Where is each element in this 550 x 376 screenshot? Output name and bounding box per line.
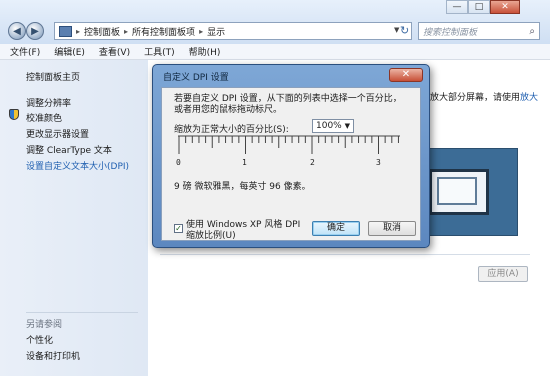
minimize-button[interactable]: — [446, 0, 468, 14]
title-bar: ◀ ▶ ▸ 控制面板 ▸ 所有控制面板项 ▸ 显示 ▼ ↻ 搜索控制面板 ⌕ —… [0, 0, 550, 45]
sidebar-item-resolution[interactable]: 调整分辨率 [26, 96, 71, 109]
ruler-ticks [178, 135, 400, 154]
sidebar-item-custom-dpi[interactable]: 设置自定义文本大小(DPI) [26, 159, 129, 172]
ruler-label: 3 [376, 158, 381, 167]
see-also-heading: 另请参阅 [26, 320, 63, 330]
background-text: 放大部分屏幕，请使用 [430, 93, 521, 103]
chevron-right-icon: ▸ [76, 26, 81, 36]
chevron-right-icon: ▸ [124, 26, 129, 36]
menu-bar: 文件(F) 编辑(E) 查看(V) 工具(T) 帮助(H) [0, 44, 550, 60]
menu-help[interactable]: 帮助(H) [189, 45, 221, 58]
sidebar-home[interactable]: 控制面板主页 [26, 70, 80, 83]
sidebar [0, 60, 148, 376]
sidebar-item-devices-printers[interactable]: 设备和打印机 [26, 349, 80, 362]
menu-edit[interactable]: 编辑(E) [54, 45, 85, 58]
ok-button[interactable]: 确定 [312, 221, 360, 236]
ruler-label: 2 [310, 158, 315, 167]
forward-button[interactable]: ▶ [26, 22, 44, 40]
window-icon [437, 177, 477, 205]
dropdown-arrow-icon: ▼ [344, 122, 350, 130]
sidebar-item-cleartype[interactable]: 调整 ClearType 文本 [26, 143, 112, 156]
search-icon[interactable]: ⌕ [529, 26, 535, 37]
magnifier-link[interactable]: 放大 [520, 93, 538, 103]
dialog-body: 若要自定义 DPI 设置，从下面的列表中选择一个百分比，或者用您的鼠标拖动标尺。… [161, 87, 421, 241]
ruler-label: 0 [176, 158, 181, 167]
menu-tools[interactable]: 工具(T) [144, 45, 175, 58]
sidebar-item-calibrate[interactable]: 校准颜色 [26, 111, 62, 124]
search-placeholder: 搜索控制面板 [423, 27, 478, 38]
sidebar-item-personalize[interactable]: 个性化 [26, 333, 53, 346]
menu-view[interactable]: 查看(V) [99, 45, 130, 58]
forward-arrow-icon: ▶ [31, 25, 39, 37]
scale-value: 100% [316, 121, 342, 131]
cancel-button[interactable]: 取消 [368, 221, 416, 236]
control-panel-icon [59, 25, 72, 37]
menu-file[interactable]: 文件(F) [10, 45, 40, 58]
close-window-button[interactable]: ✕ [490, 0, 520, 14]
chevron-right-icon: ▸ [199, 26, 204, 36]
sidebar-item-display-settings[interactable]: 更改显示器设置 [26, 127, 89, 140]
shield-icon [9, 109, 19, 120]
background-instruction-text: 放大部分屏幕，请使用放大 [430, 90, 538, 103]
breadcrumb-display[interactable]: 显示 [207, 25, 225, 38]
divider [26, 312, 138, 313]
maximize-button[interactable]: □ [468, 0, 490, 14]
back-arrow-icon: ◀ [13, 25, 21, 37]
search-input[interactable]: 搜索控制面板 ⌕ [418, 22, 540, 40]
address-bar[interactable]: ▸ 控制面板 ▸ 所有控制面板项 ▸ 显示 [54, 22, 412, 40]
window-controls: — □ ✕ [446, 0, 520, 14]
breadcrumb-all-items[interactable]: 所有控制面板项 [132, 25, 195, 38]
breadcrumb-control-panel[interactable]: 控制面板 [84, 25, 120, 38]
ruler-label: 1 [242, 158, 247, 167]
back-button[interactable]: ◀ [8, 22, 26, 40]
divider [160, 254, 530, 255]
xp-style-checkbox[interactable]: ✓ [174, 224, 183, 233]
sample-text: 9 磅 微软雅黑，每英寸 96 像素。 [174, 182, 311, 192]
custom-dpi-dialog: 自定义 DPI 设置 ✕ 若要自定义 DPI 设置，从下面的列表中选择一个百分比… [152, 64, 430, 248]
refresh-icon[interactable]: ↻ [400, 24, 409, 37]
address-dropdown-icon[interactable]: ▼ [394, 26, 399, 34]
scale-select[interactable]: 100% ▼ [312, 119, 354, 133]
xp-style-checkbox-label[interactable]: 使用 Windows XP 风格 DPI 缩放比例(U) [186, 220, 310, 242]
dialog-close-button[interactable]: ✕ [389, 68, 423, 82]
dialog-title: 自定义 DPI 设置 [163, 73, 229, 83]
dpi-ruler[interactable]: 0 1 2 3 [176, 134, 400, 168]
checkmark-icon: ✓ [175, 224, 182, 233]
dialog-instruction: 若要自定义 DPI 设置，从下面的列表中选择一个百分比，或者用您的鼠标拖动标尺。 [174, 94, 402, 115]
apply-button[interactable]: 应用(A) [478, 266, 528, 282]
